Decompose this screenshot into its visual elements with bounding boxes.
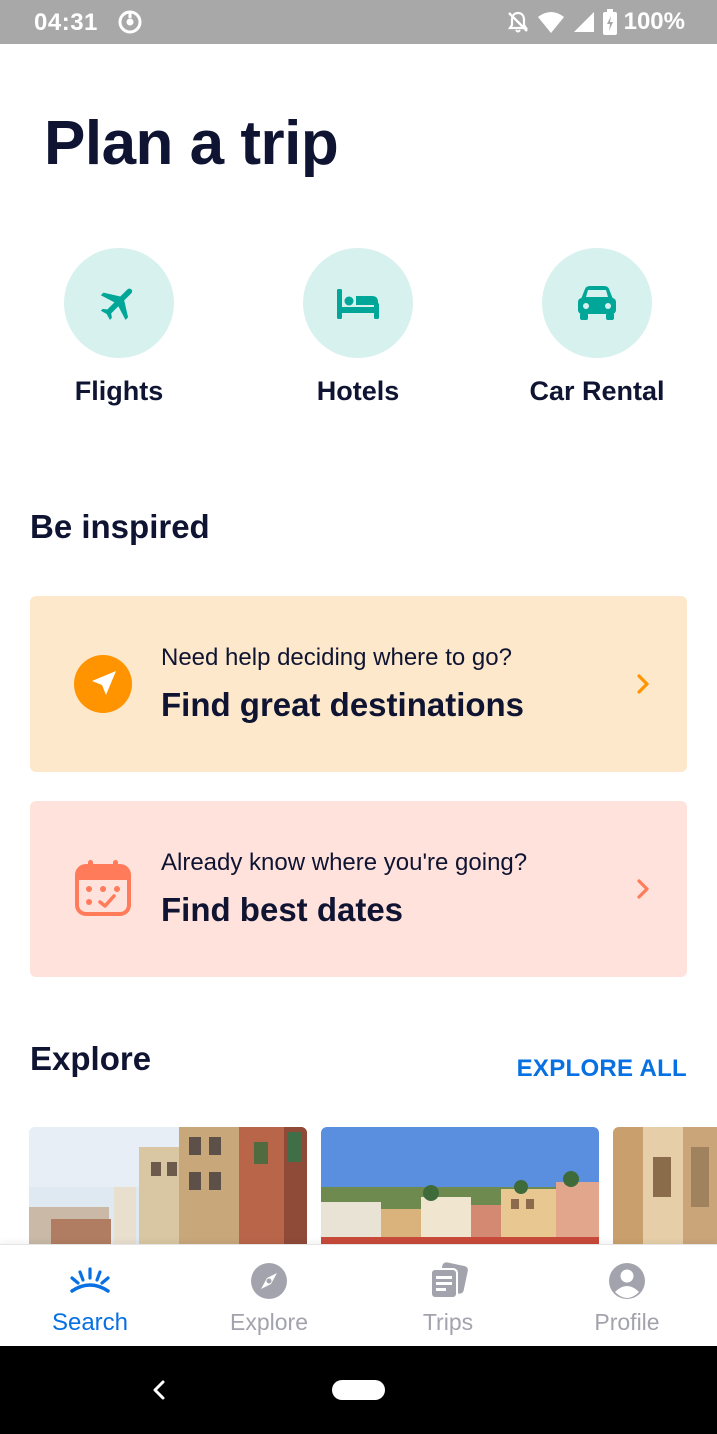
chevron-right-icon	[637, 674, 649, 694]
nav-explore-label: Explore	[230, 1309, 308, 1335]
compass-icon	[251, 1263, 287, 1299]
destination-image	[321, 1127, 599, 1245]
nav-profile-label: Profile	[594, 1309, 660, 1335]
find-destinations-title: Find great destinations	[161, 686, 525, 723]
calendar-icon	[75, 860, 131, 916]
hotels-category-button[interactable]: Hotels	[263, 248, 453, 407]
bottom-navigation: Search Explore Trips Profile	[0, 1244, 717, 1346]
nav-search-label: Search	[51, 1309, 129, 1336]
car-icon	[578, 286, 616, 320]
status-bar: 04:31 100%	[0, 0, 717, 44]
mute-icon	[507, 11, 528, 33]
sunrise-icon	[70, 1267, 110, 1293]
find-destinations-card[interactable]: Need help deciding where to go? Find gre…	[30, 596, 687, 772]
status-time: 04:31	[34, 9, 98, 36]
explore-destination-card[interactable]	[321, 1127, 599, 1245]
battery-percentage: 100%	[623, 8, 685, 35]
person-icon	[609, 1263, 645, 1299]
compass-arrow-icon	[74, 655, 132, 713]
nav-trips-label: Trips	[422, 1309, 474, 1335]
back-icon[interactable]	[150, 1378, 168, 1402]
car-rental-label: Car Rental	[529, 376, 665, 406]
be-inspired-heading: Be inspired	[30, 508, 210, 545]
sync-icon	[118, 10, 142, 34]
explore-destination-card[interactable]	[613, 1127, 717, 1245]
find-best-dates-card[interactable]: Already know where you're going? Find be…	[30, 801, 687, 977]
find-destinations-subtitle: Need help deciding where to go?	[161, 644, 512, 671]
nav-tab-search[interactable]: Search	[20, 1261, 160, 1337]
find-best-dates-title: Find best dates	[161, 891, 404, 928]
explore-all-link[interactable]: EXPLORE ALL	[517, 1055, 687, 1083]
page-title: Plan a trip	[44, 109, 339, 178]
airplane-icon	[100, 288, 133, 320]
car-rental-icon-circle	[542, 248, 652, 358]
explore-destination-card[interactable]	[29, 1127, 307, 1245]
nav-tab-trips[interactable]: Trips	[378, 1261, 518, 1336]
battery-icon	[602, 9, 617, 35]
destination-image	[29, 1127, 307, 1245]
bed-icon	[337, 289, 379, 319]
flights-label: Flights	[74, 376, 164, 406]
system-navigation-bar	[0, 1346, 717, 1434]
flights-icon-circle	[64, 248, 174, 358]
signal-icon	[573, 12, 594, 32]
tickets-icon	[430, 1262, 468, 1299]
nav-tab-explore[interactable]: Explore	[199, 1261, 339, 1336]
flights-category-button[interactable]: Flights	[24, 248, 214, 407]
nav-tab-profile[interactable]: Profile	[557, 1261, 697, 1336]
wifi-icon	[537, 12, 564, 33]
hotels-icon-circle	[303, 248, 413, 358]
car-rental-category-button[interactable]: Car Rental	[502, 248, 692, 407]
home-pill-button[interactable]	[332, 1380, 385, 1400]
explore-heading: Explore	[30, 1040, 152, 1077]
find-best-dates-subtitle: Already know where you're going?	[161, 849, 528, 876]
destination-image	[613, 1127, 717, 1245]
chevron-right-icon	[637, 879, 649, 899]
hotels-label: Hotels	[316, 376, 400, 406]
